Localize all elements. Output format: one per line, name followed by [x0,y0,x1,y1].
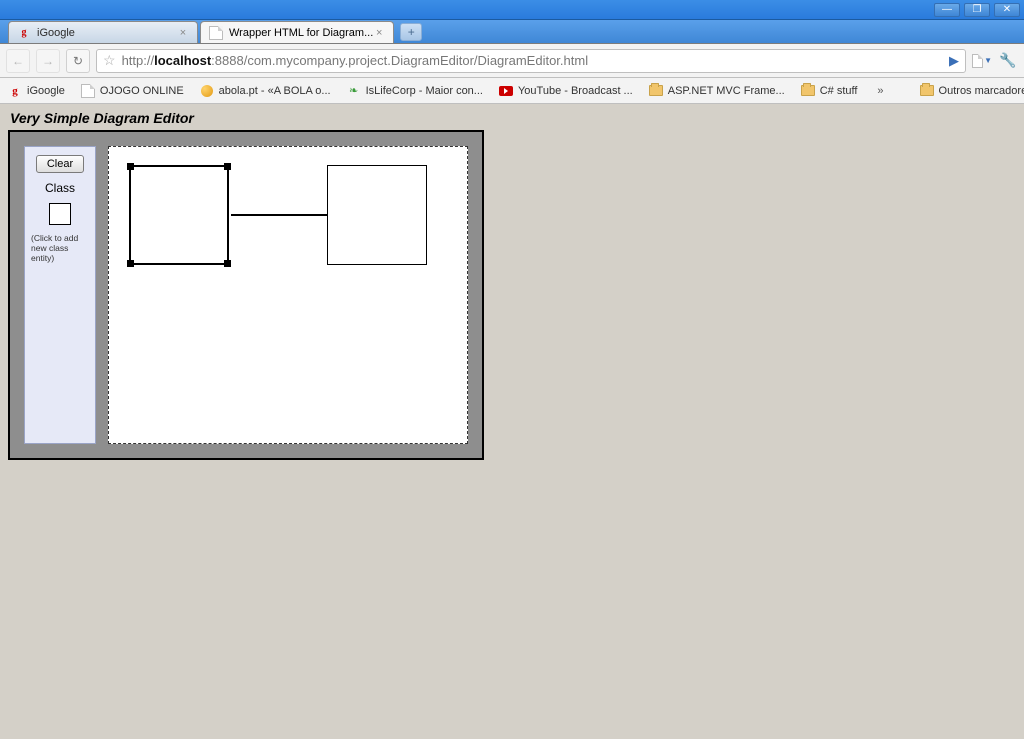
window-minimize-button[interactable]: — [934,3,960,17]
bookmark-label: OJOGO ONLINE [100,85,184,97]
window-close-button[interactable]: ✕ [994,3,1020,17]
tab-close-icon[interactable]: × [373,27,385,39]
bookmark-ojogo[interactable]: OJOGO ONLINE [81,84,184,98]
tab-close-icon[interactable]: × [177,27,189,39]
browser-tab-diagram[interactable]: Wrapper HTML for Diagram... × [200,21,394,43]
bookmark-youtube[interactable]: YouTube - Broadcast ... [499,84,633,98]
forward-button[interactable]: → [36,49,60,73]
folder-icon [920,84,934,98]
resize-handle-bl[interactable] [127,260,134,267]
diagram-canvas[interactable] [108,146,468,444]
resize-handle-br[interactable] [224,260,231,267]
resize-handle-tl[interactable] [127,163,134,170]
bookmark-label: abola.pt - «A BOLA o... [219,85,331,97]
tab-title: Wrapper HTML for Diagram... [229,27,373,39]
new-tab-button[interactable]: + [400,23,422,41]
leaf-icon: ❧ [347,84,361,98]
page-body: Very Simple Diagram Editor Clear Class (… [0,104,1024,739]
google-icon: g [8,84,22,98]
palette-class-swatch[interactable] [49,203,71,225]
folder-icon [649,84,663,98]
bookmarks-bar: g iGoogle OJOGO ONLINE abola.pt - «A BOL… [0,78,1024,104]
wrench-menu-button[interactable]: 🔧 [998,51,1018,71]
file-icon [209,26,223,40]
address-bar[interactable]: ☆ http://localhost:8888/com.mycompany.pr… [96,49,966,73]
bookmark-label: YouTube - Broadcast ... [518,85,633,97]
bookmark-label: ASP.NET MVC Frame... [668,85,785,97]
window-controls: — ❐ ✕ [934,3,1020,17]
bookmark-label: IsLifeCorp - Maior con... [366,85,483,97]
bookmarks-overflow-button[interactable]: » [873,85,887,97]
go-icon[interactable]: ▶ [949,53,959,69]
bookmark-aspnet[interactable]: ASP.NET MVC Frame... [649,84,785,98]
clear-button[interactable]: Clear [36,155,84,173]
palette-hint: (Click to add new class entity) [29,233,91,264]
diagram-editor-frame: Clear Class (Click to add new class enti… [8,130,484,460]
browser-tab-igoogle[interactable]: g iGoogle × [8,21,198,43]
bookmark-igoogle[interactable]: g iGoogle [8,84,65,98]
bookmark-islifecorp[interactable]: ❧ IsLifeCorp - Maior con... [347,84,483,98]
page-title: Very Simple Diagram Editor [0,104,1024,130]
diagram-edge[interactable] [231,214,327,216]
palette-class-label: Class [45,181,75,195]
page-menu-button[interactable]: ▼ [972,51,992,71]
bookmark-label: iGoogle [27,85,65,97]
bookmark-csharp[interactable]: C# stuff [801,84,858,98]
reload-button[interactable]: ↻ [66,49,90,73]
file-icon [81,84,95,98]
other-bookmarks-button[interactable]: Outros marcadores [920,84,1024,98]
resize-handle-tr[interactable] [224,163,231,170]
browser-toolbar: ← → ↻ ☆ http://localhost:8888/com.mycomp… [0,44,1024,78]
bookmark-star-icon[interactable]: ☆ [103,52,116,69]
diagram-node-selected[interactable] [129,165,229,265]
back-button[interactable]: ← [6,49,30,73]
window-maximize-button[interactable]: ❐ [964,3,990,17]
address-url: http://localhost:8888/com.mycompany.proj… [122,53,949,68]
folder-icon [801,84,815,98]
bookmark-label: Outros marcadores [939,85,1024,97]
youtube-icon [499,84,513,98]
bookmark-label: C# stuff [820,85,858,97]
globe-icon [200,84,214,98]
tool-palette: Clear Class (Click to add new class enti… [24,146,96,444]
diagram-node[interactable] [327,165,427,265]
tab-title: iGoogle [37,27,177,39]
browser-tabstrip: g iGoogle × Wrapper HTML for Diagram... … [0,20,1024,44]
bookmark-abola[interactable]: abola.pt - «A BOLA o... [200,84,331,98]
window-titlebar: — ❐ ✕ [0,0,1024,20]
google-icon: g [17,26,31,40]
